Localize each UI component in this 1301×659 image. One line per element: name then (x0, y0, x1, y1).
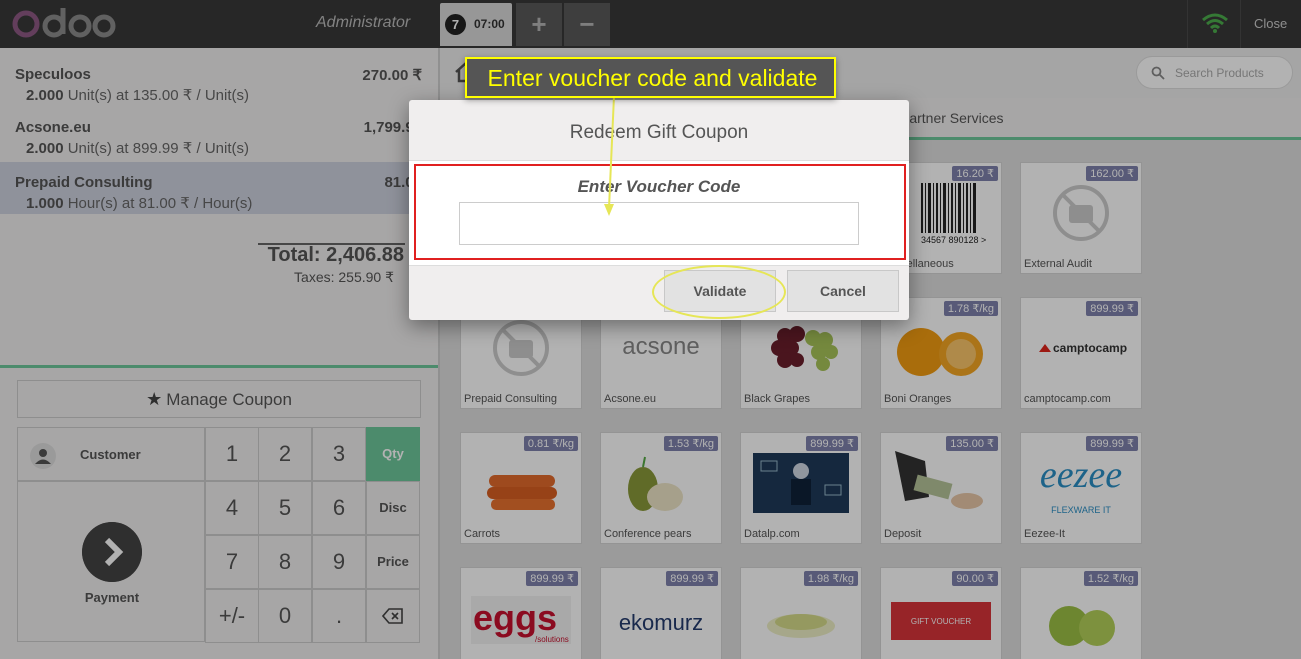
dialog-title: Redeem Gift Coupon (569, 122, 749, 143)
cancel-button[interactable]: Cancel (787, 270, 899, 312)
instruction-callout: Enter voucher code and validate (465, 57, 836, 98)
highlight-box (414, 164, 906, 260)
highlight-ellipse (652, 265, 786, 319)
modal-backdrop (0, 0, 1301, 659)
pointer-arrow (604, 96, 615, 216)
callout-text: Enter voucher code and validate (487, 65, 818, 91)
